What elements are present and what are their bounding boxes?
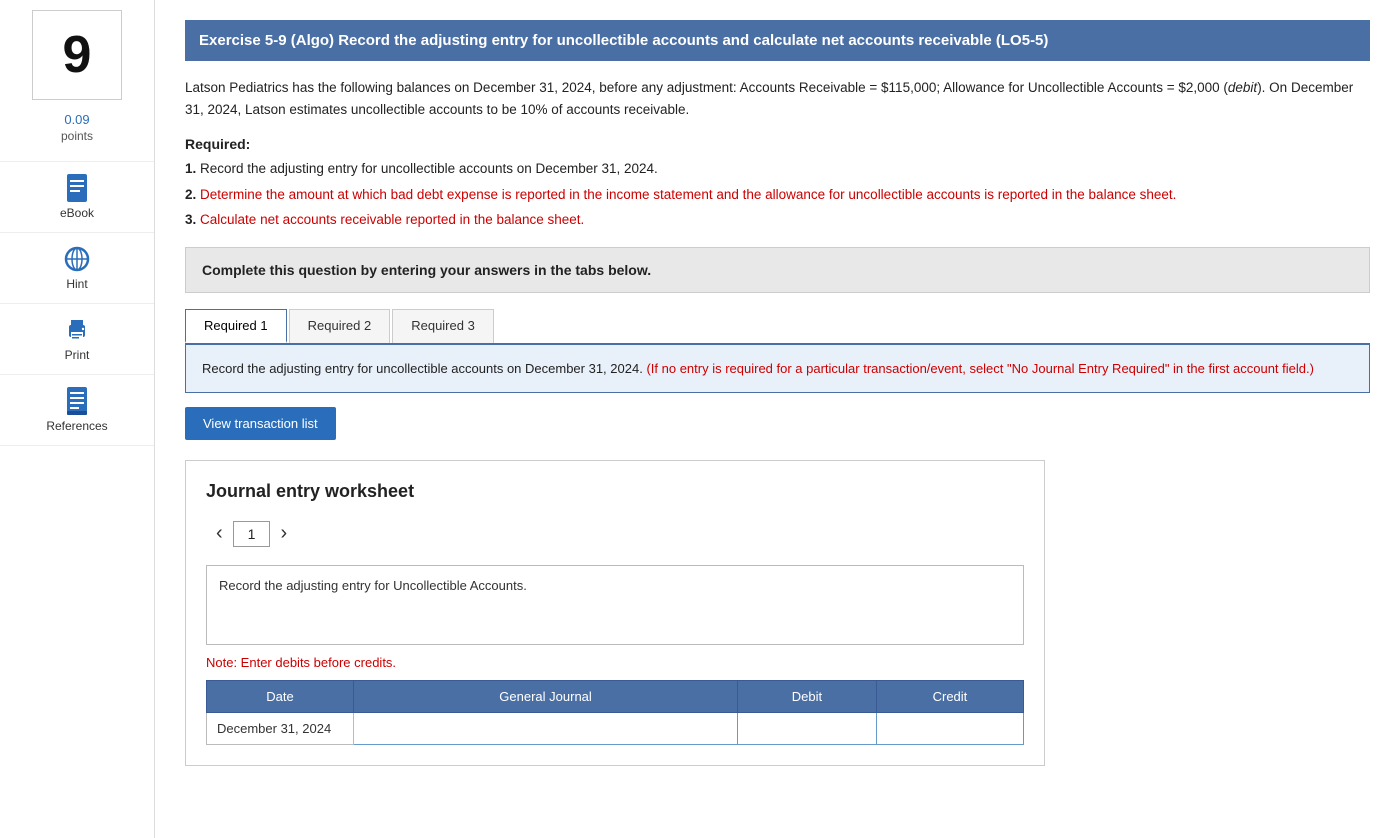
- required-section: Required: 1. Record the adjusting entry …: [185, 136, 1370, 231]
- credit-cell[interactable]: [876, 713, 1023, 745]
- required-label: Required:: [185, 136, 1370, 152]
- tab-note-text: (If no entry is required for a particula…: [646, 361, 1314, 376]
- tab-required-1[interactable]: Required 1: [185, 309, 287, 343]
- sidebar: 9 0.09 points eBook Hint: [0, 0, 155, 838]
- sidebar-item-ebook[interactable]: eBook: [0, 161, 154, 232]
- next-page-arrow[interactable]: ›: [270, 518, 297, 549]
- header-general-journal: General Journal: [354, 681, 738, 713]
- requirement-3: 3. Calculate net accounts receivable rep…: [185, 209, 1370, 231]
- general-journal-input[interactable]: [364, 719, 727, 738]
- page-number-box: 1: [233, 521, 271, 547]
- points-label: points: [61, 129, 93, 143]
- question-number-box: 9: [32, 10, 122, 100]
- requirement-2: 2. Determine the amount at which bad deb…: [185, 184, 1370, 206]
- question-number: 9: [63, 25, 92, 85]
- ebook-label: eBook: [60, 206, 94, 220]
- requirement-1: 1. Record the adjusting entry for uncoll…: [185, 158, 1370, 180]
- print-icon: [63, 316, 91, 344]
- debit-cell[interactable]: [738, 713, 877, 745]
- header-debit: Debit: [738, 681, 877, 713]
- main-content: Exercise 5-9 (Algo) Record the adjusting…: [155, 0, 1400, 838]
- sidebar-item-references[interactable]: References: [0, 374, 154, 446]
- points-value: 0.09: [64, 112, 89, 127]
- credit-input[interactable]: [887, 719, 1013, 738]
- complete-banner: Complete this question by entering your …: [185, 247, 1370, 293]
- sidebar-item-print[interactable]: Print: [0, 303, 154, 374]
- tab-required-3[interactable]: Required 3: [392, 309, 494, 343]
- hint-label: Hint: [66, 277, 87, 291]
- worksheet-title: Journal entry worksheet: [206, 481, 1024, 502]
- general-journal-cell[interactable]: [354, 713, 738, 745]
- prev-page-arrow[interactable]: ‹: [206, 518, 233, 549]
- book-icon: [63, 174, 91, 202]
- tab-required-2[interactable]: Required 2: [289, 309, 391, 343]
- header-date: Date: [207, 681, 354, 713]
- sidebar-item-hint[interactable]: Hint: [0, 232, 154, 303]
- debit-input[interactable]: [748, 719, 866, 738]
- header-credit: Credit: [876, 681, 1023, 713]
- print-label: Print: [65, 348, 90, 362]
- date-cell: December 31, 2024: [207, 713, 354, 745]
- entry-description: Record the adjusting entry for Uncollect…: [206, 565, 1024, 645]
- ref-icon: [63, 387, 91, 415]
- tabs-container: Required 1 Required 2 Required 3: [185, 309, 1370, 345]
- references-label: References: [46, 419, 107, 433]
- page-nav: ‹ 1 ›: [206, 518, 1024, 549]
- view-transaction-list-button[interactable]: View transaction list: [185, 407, 336, 440]
- table-row: December 31, 2024: [207, 713, 1024, 745]
- exercise-title: Exercise 5-9 (Algo) Record the adjusting…: [185, 20, 1370, 61]
- worksheet-container: Journal entry worksheet ‹ 1 › Record the…: [185, 460, 1045, 766]
- tab-main-text: Record the adjusting entry for uncollect…: [202, 361, 643, 376]
- problem-text: Latson Pediatrics has the following bala…: [185, 77, 1370, 120]
- tab-content: Record the adjusting entry for uncollect…: [185, 345, 1370, 394]
- globe-icon: [63, 245, 91, 273]
- journal-table: Date General Journal Debit Credit Decemb…: [206, 680, 1024, 745]
- note-text: Note: Enter debits before credits.: [206, 655, 1024, 670]
